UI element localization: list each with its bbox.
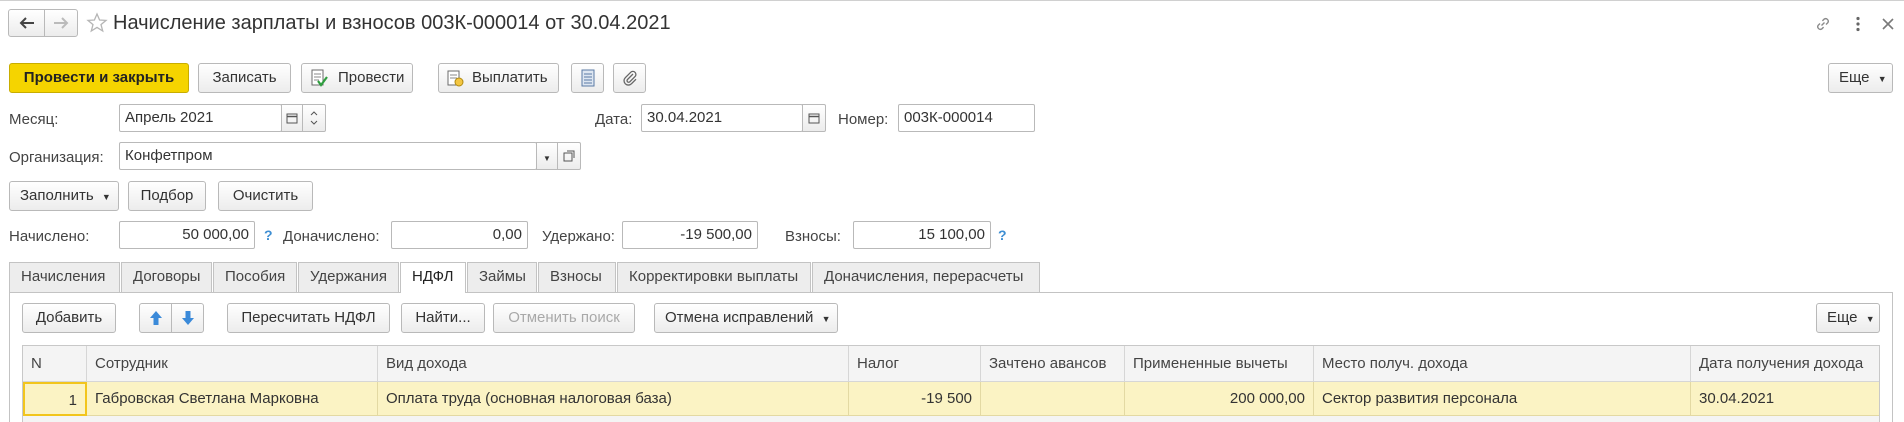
cancel-search-button[interactable]: Отменить поиск — [493, 303, 635, 333]
column-header-tax[interactable]: Налог — [849, 346, 981, 382]
close-icon[interactable] — [1881, 17, 1895, 31]
tab-contracts[interactable]: Договоры — [121, 262, 212, 292]
recalculate-ndfl-button[interactable]: Пересчитать НДФЛ — [227, 303, 390, 333]
post-button-label: Провести — [338, 69, 405, 86]
fill-button[interactable]: Заполнить ▼ — [9, 181, 119, 211]
save-button[interactable]: Записать — [198, 63, 291, 93]
column-header-deductions[interactable]: Примененные вычеты — [1125, 346, 1314, 382]
add-button[interactable]: Добавить — [22, 303, 116, 333]
tab-withholdings[interactable]: Удержания — [298, 262, 399, 292]
deductions-cell[interactable]: 200 000,00 — [1125, 382, 1314, 416]
back-button[interactable] — [8, 9, 45, 37]
arrow-right-icon — [54, 17, 69, 29]
calendar-icon — [808, 113, 820, 124]
tab-ndfl[interactable]: НДФЛ — [400, 262, 466, 293]
additional-label: Доначислено: — [283, 228, 380, 245]
arrow-left-icon — [19, 17, 34, 29]
contributions-label: Взносы: — [785, 228, 841, 245]
more-button[interactable]: Еще ▼ — [1828, 63, 1893, 93]
arrow-down-icon — [181, 311, 194, 325]
column-header-n[interactable]: N — [23, 346, 87, 382]
dropdown-arrow-icon: ▼ — [101, 192, 111, 202]
pay-button-label: Выплатить — [472, 69, 548, 86]
income-date-cell[interactable]: 30.04.2021 — [1691, 382, 1879, 416]
table-more-button[interactable]: Еще ▼ — [1816, 303, 1880, 333]
cancel-fix-button[interactable]: Отмена исправлений ▼ — [654, 303, 838, 333]
column-header-income-type[interactable]: Вид дохода — [378, 346, 849, 382]
organization-open-button[interactable] — [557, 142, 581, 170]
column-header-income-place[interactable]: Место получ. дохода — [1314, 346, 1691, 382]
move-down-button[interactable] — [171, 303, 204, 333]
post-and-close-button[interactable]: Провести и закрыть — [9, 63, 189, 93]
accrued-label: Начислено: — [9, 228, 90, 245]
tax-cell[interactable]: -19 500 — [849, 382, 981, 416]
table-more-button-label: Еще — [1827, 309, 1858, 326]
more-vertical-icon[interactable] — [1855, 16, 1861, 32]
move-up-button[interactable] — [139, 303, 172, 333]
month-field[interactable]: Апрель 2021 — [119, 104, 282, 132]
paperclip-icon — [622, 70, 637, 86]
forward-button[interactable] — [44, 9, 78, 37]
income-type-cell[interactable]: Оплата труда (основная налоговая база) — [378, 382, 849, 416]
accrued-help-icon[interactable]: ? — [264, 227, 273, 243]
link-icon[interactable] — [1814, 15, 1832, 33]
date-label: Дата: — [595, 111, 633, 128]
date-field[interactable]: 30.04.2021 — [641, 104, 803, 132]
organization-field[interactable]: Конфетпром — [119, 142, 537, 170]
month-label: Месяц: — [9, 111, 59, 128]
tab-recalculations[interactable]: Доначисления, перерасчеты — [812, 262, 1040, 292]
number-field[interactable]: 003К-000014 — [898, 104, 1035, 132]
dropdown-arrow-icon: ▼ — [543, 154, 551, 163]
tab-contributions[interactable]: Взносы — [538, 262, 616, 292]
contributions-field: 15 100,00 — [853, 221, 991, 249]
date-calendar-button[interactable] — [802, 104, 826, 132]
tab-payment-corrections[interactable]: Корректировки выплаты — [617, 262, 811, 292]
stepper-icon — [310, 111, 318, 125]
fill-button-label: Заполнить — [20, 187, 94, 204]
number-label: Номер: — [838, 111, 889, 128]
withheld-field: -19 500,00 — [622, 221, 758, 249]
employee-cell[interactable]: Габровская Светлана Марковна — [87, 382, 378, 416]
tab-accruals[interactable]: Начисления — [9, 262, 120, 292]
organization-label: Организация: — [9, 149, 104, 166]
advances-cell[interactable] — [981, 382, 1125, 416]
tab-loans[interactable]: Займы — [467, 262, 537, 292]
organization-dropdown-button[interactable]: ▼ — [536, 142, 558, 170]
report-button[interactable] — [571, 63, 604, 93]
column-header-advances[interactable]: Зачтено авансов — [981, 346, 1125, 382]
tab-benefits[interactable]: Пособия — [213, 262, 297, 292]
income-place-cell[interactable]: Сектор развития персонала — [1314, 382, 1691, 416]
star-icon[interactable] — [86, 12, 108, 34]
page-title: Начисление зарплаты и взносов 003К-00001… — [113, 12, 671, 34]
column-header-employee[interactable]: Сотрудник — [87, 346, 378, 382]
post-button[interactable]: Провести — [301, 63, 413, 93]
open-form-icon — [563, 150, 575, 162]
accrued-field: 50 000,00 — [119, 221, 255, 249]
month-stepper[interactable] — [302, 104, 326, 132]
arrow-up-icon — [149, 311, 162, 325]
report-list-icon — [581, 69, 594, 87]
post-document-icon — [311, 69, 328, 87]
column-header-income-date[interactable]: Дата получения дохода — [1691, 346, 1879, 382]
contributions-help-icon[interactable]: ? — [998, 227, 1007, 243]
attach-button[interactable] — [613, 63, 646, 93]
month-calendar-button[interactable] — [281, 104, 303, 132]
cancel-fix-button-label: Отмена исправлений — [665, 309, 814, 326]
clear-button[interactable]: Очистить — [218, 181, 313, 211]
calendar-icon — [286, 113, 298, 124]
more-button-label: Еще — [1839, 69, 1870, 86]
dropdown-arrow-icon: ▼ — [1865, 314, 1875, 324]
pay-button[interactable]: Выплатить — [438, 63, 559, 93]
pay-icon — [447, 70, 464, 87]
select-button[interactable]: Подбор — [128, 181, 206, 211]
row-number-cell[interactable]: 1 — [23, 382, 87, 416]
additional-field: 0,00 — [391, 221, 528, 249]
dropdown-arrow-icon: ▼ — [1877, 74, 1887, 84]
dropdown-arrow-icon: ▼ — [821, 314, 831, 324]
find-button[interactable]: Найти... — [401, 303, 485, 333]
withheld-label: Удержано: — [542, 228, 615, 245]
